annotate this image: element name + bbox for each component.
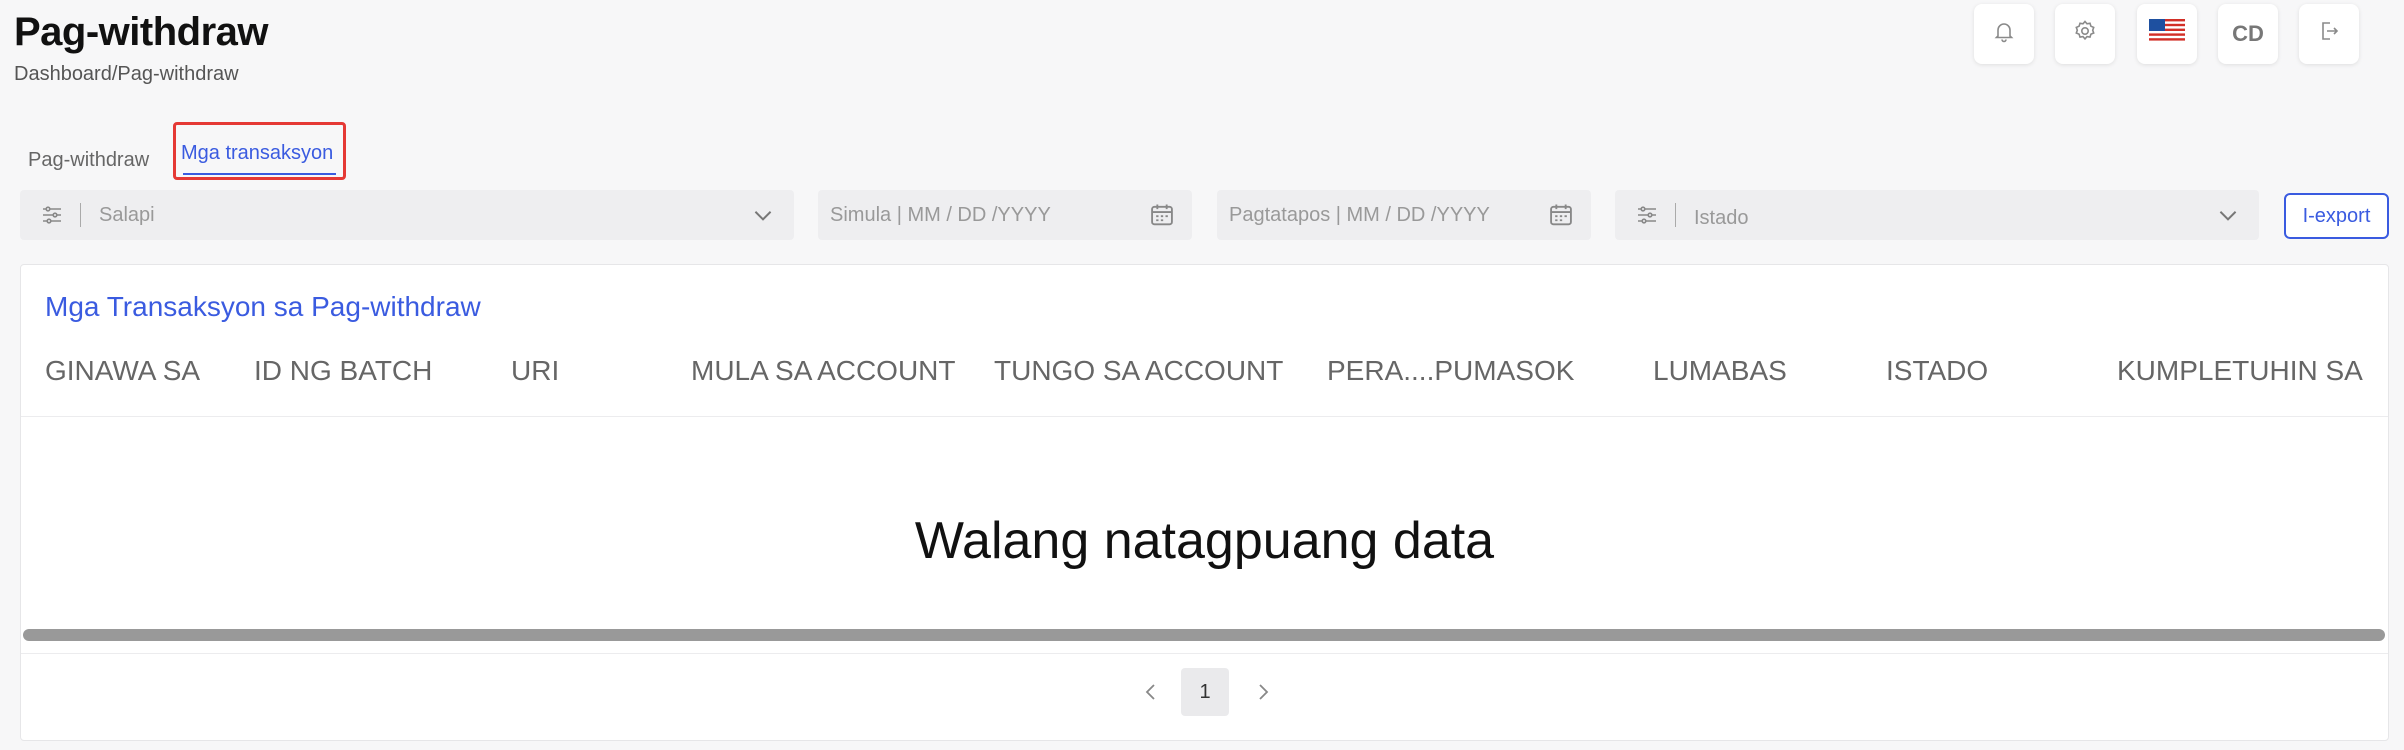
- separator: [80, 203, 81, 227]
- chevron-left-icon[interactable]: [1139, 680, 1163, 704]
- column-header-from-account[interactable]: MULA SA ACCOUNT: [691, 355, 956, 387]
- start-date-input[interactable]: Simula | MM / DD /YYYY: [818, 190, 1192, 240]
- export-button[interactable]: I-export: [2284, 193, 2389, 239]
- chevron-down-icon: [750, 202, 776, 228]
- pagination: 1: [21, 668, 2388, 716]
- chevron-right-icon[interactable]: [1251, 680, 1275, 704]
- end-date-placeholder: Pagtatapos | MM / DD /YYYY: [1229, 203, 1490, 226]
- column-header-status[interactable]: ISTADO: [1886, 355, 1988, 387]
- column-header-to-account[interactable]: TUNGO SA ACCOUNT: [994, 355, 1283, 387]
- column-header-completed[interactable]: KUMPLETUHIN SA: [2117, 355, 2363, 387]
- currency-select-placeholder: Salapi: [99, 203, 155, 226]
- tab-transactions-label: Mga transaksyon: [181, 142, 334, 164]
- currency-select[interactable]: Salapi: [20, 190, 794, 240]
- bell-icon: [1992, 19, 2016, 49]
- language-button[interactable]: [2137, 4, 2197, 64]
- gear-icon: [2073, 19, 2097, 49]
- filter-sliders-icon: [1631, 199, 1663, 231]
- logout-icon: [2317, 19, 2341, 49]
- status-select-placeholder: Istado: [1694, 206, 1749, 229]
- page-title: Pag-withdraw: [14, 10, 269, 54]
- settings-button[interactable]: [2055, 4, 2115, 64]
- notification-button[interactable]: [1974, 4, 2034, 64]
- divider: [21, 653, 2388, 654]
- avatar[interactable]: CD: [2218, 4, 2278, 64]
- empty-state-text: Walang natagpuang data: [914, 512, 1495, 570]
- tab-transactions[interactable]: Mga transaksyon: [173, 122, 346, 180]
- table-header: GINAWA SA ID NG BATCH URI MULA SA ACCOUN…: [21, 355, 2388, 417]
- column-header-batch-id[interactable]: ID NG BATCH: [254, 355, 432, 387]
- end-date-input[interactable]: Pagtatapos | MM / DD /YYYY: [1217, 190, 1591, 240]
- active-tab-underline: [183, 173, 336, 175]
- column-header-money-in[interactable]: PERA....PUMASOK: [1327, 355, 1574, 387]
- tab-withdraw[interactable]: Pag-withdraw: [28, 149, 149, 172]
- calendar-icon[interactable]: [1547, 201, 1575, 229]
- page-number-current[interactable]: 1: [1181, 668, 1229, 716]
- start-date-placeholder: Simula | MM / DD /YYYY: [830, 203, 1051, 226]
- horizontal-scrollbar[interactable]: [23, 629, 2385, 641]
- us-flag-icon: [2149, 19, 2185, 49]
- transactions-card: Mga Transaksyon sa Pag-withdraw GINAWA S…: [20, 264, 2389, 741]
- withdraw-page: Pag-withdraw Dashboard/Pag-withdraw CD P…: [0, 0, 2404, 750]
- column-header-money-out[interactable]: LUMABAS: [1653, 355, 1787, 387]
- column-header-created[interactable]: GINAWA SA: [45, 355, 200, 387]
- table-title: Mga Transaksyon sa Pag-withdraw: [45, 291, 481, 322]
- separator: [1675, 203, 1676, 227]
- breadcrumb[interactable]: Dashboard/Pag-withdraw: [14, 63, 239, 86]
- logout-button[interactable]: [2299, 4, 2359, 64]
- calendar-icon[interactable]: [1148, 201, 1176, 229]
- status-select[interactable]: Istado: [1615, 190, 2259, 240]
- column-header-type[interactable]: URI: [511, 355, 559, 387]
- chevron-down-icon: [2215, 202, 2241, 228]
- filter-sliders-icon: [36, 199, 68, 231]
